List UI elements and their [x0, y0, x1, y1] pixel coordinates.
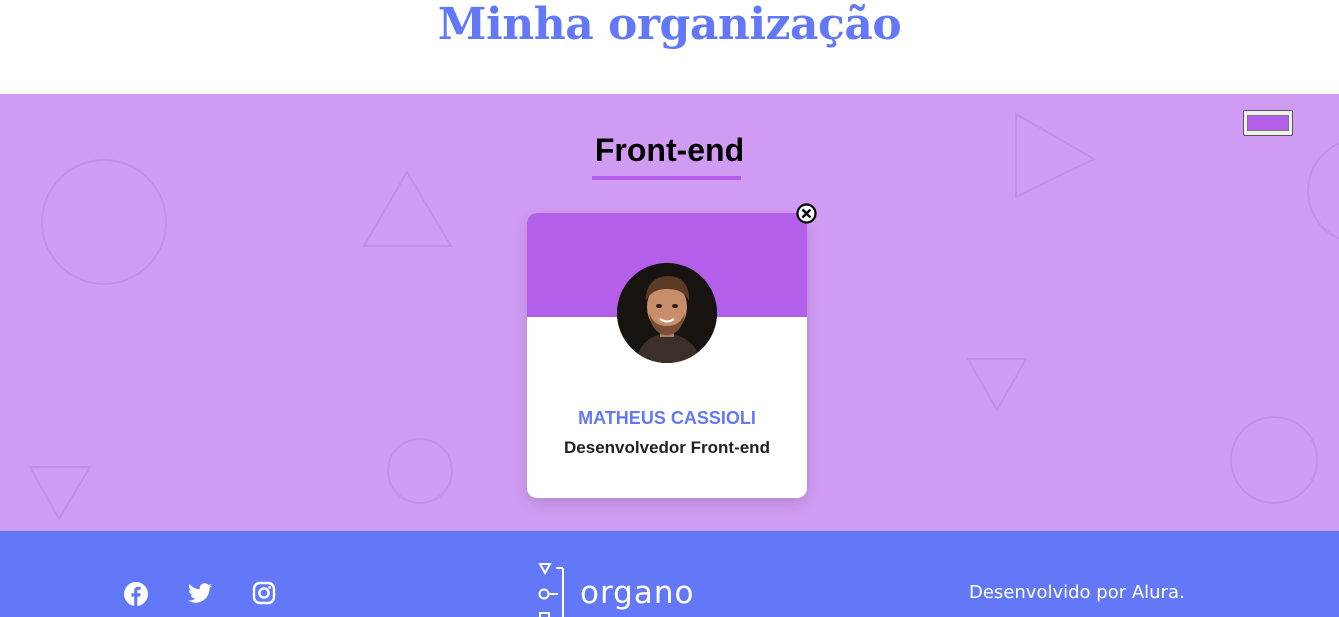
bg-triangle [28, 466, 92, 522]
twitter-icon[interactable] [187, 580, 213, 606]
page-title: Minha organização [437, 0, 902, 50]
close-circle-icon[interactable] [796, 203, 817, 224]
bg-circle [41, 159, 167, 285]
facebook-icon[interactable] [123, 581, 149, 607]
bg-triangle [966, 358, 1028, 413]
member-name: MATHEUS CASSIOLI [578, 408, 756, 428]
instagram-icon[interactable] [251, 580, 277, 606]
bg-triangle [362, 170, 453, 247]
bg-circle [1230, 416, 1318, 504]
footer: organo Desenvolvido por Alura. [0, 531, 1339, 617]
avatar [617, 263, 717, 363]
team-section: Front-end MATHEUS CASSIOLI Desenvolvedor… [0, 94, 1339, 531]
member-card: MATHEUS CASSIOLI Desenvolvedor Front-end [527, 213, 807, 498]
footer-credit: Desenvolvido por Alura. [969, 582, 1185, 603]
member-role: Desenvolvedor Front-end [564, 438, 770, 457]
team-title: Front-end [594, 132, 745, 168]
color-swatch [1247, 115, 1289, 131]
organo-logo-text: organo [580, 575, 695, 611]
team-title-underline [592, 176, 741, 180]
bg-circle [387, 438, 453, 504]
avatar-photo [617, 263, 717, 363]
